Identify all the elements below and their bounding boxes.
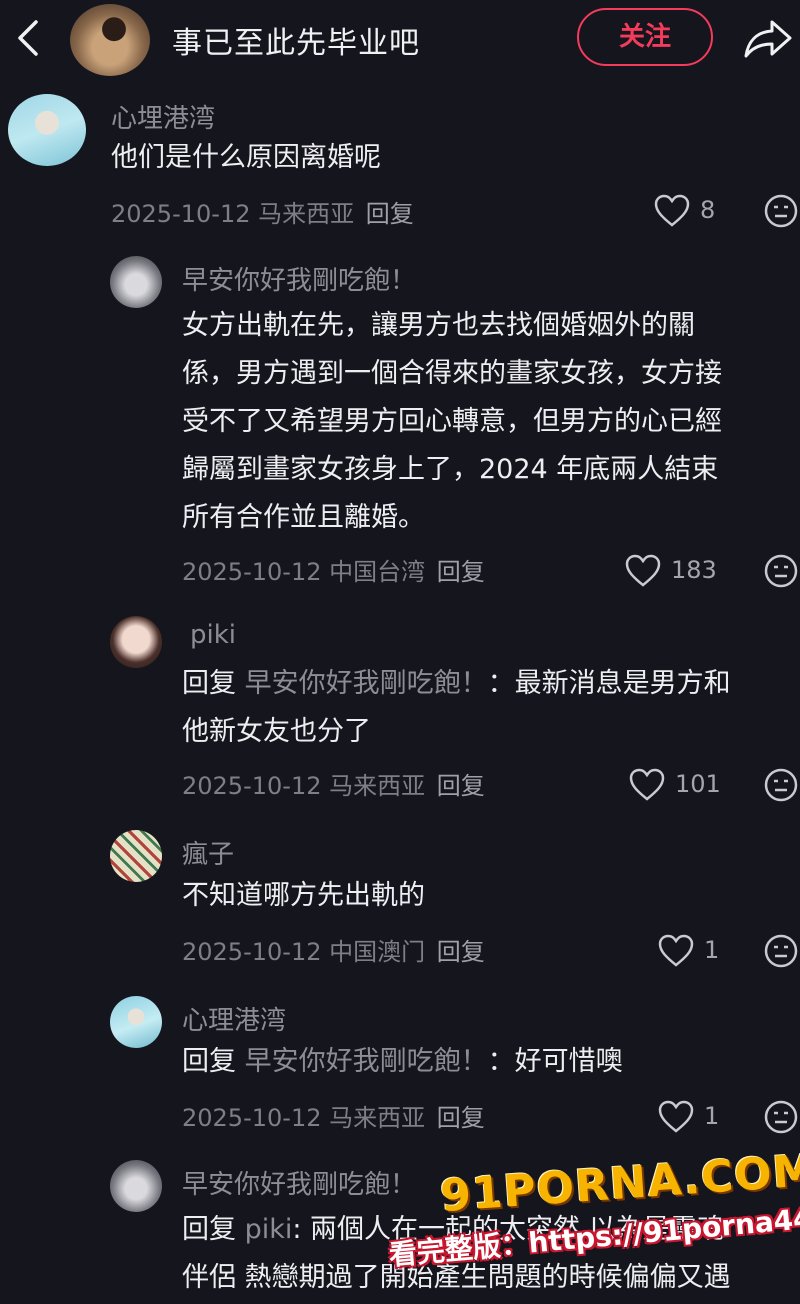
back-button[interactable] xyxy=(8,14,48,62)
chevron-left-icon xyxy=(18,20,38,56)
comment-date: 2025-10-12 xyxy=(182,558,322,586)
emoji-reaction-icon[interactable] xyxy=(764,934,798,968)
comment-item: 心理港湾 回复 早安你好我剛吃飽！：好可惜噢 2025-10-12 马来西亚 回… xyxy=(0,992,800,1142)
comment-location: 中国澳门 xyxy=(329,938,426,966)
reply-prefix: 回复 xyxy=(182,1214,236,1245)
avatar[interactable] xyxy=(110,616,162,668)
heart-icon xyxy=(658,934,694,967)
reply-button[interactable]: 回复 xyxy=(437,938,485,966)
comment-item: 早安你好我剛吃飽！ 女方出軌在先，讓男方也去找個婚姻外的關 係，男方遇到一個合得… xyxy=(0,254,800,594)
like-count: 183 xyxy=(671,556,717,584)
page-title: 事已至此先毕业吧 xyxy=(172,26,420,61)
comment-meta: 2025-10-12 中国澳门 回复 xyxy=(182,932,485,967)
comment-author[interactable]: 早安你好我剛吃飽！ xyxy=(182,260,416,297)
comment-date: 2025-10-12 xyxy=(182,1104,322,1132)
comment-author[interactable]: 瘋子 xyxy=(182,834,234,871)
comment-text: 不知道哪方先出軌的 xyxy=(182,880,425,911)
comment-text-line: 回复 早安你好我剛吃飽！：好可惜噢 xyxy=(182,1038,623,1086)
top-bar: 事已至此先毕业吧 关注 xyxy=(0,0,800,78)
like-count: 1 xyxy=(704,1102,720,1130)
comment-date: 2025-10-12 xyxy=(182,938,322,966)
like-count: 8 xyxy=(700,196,716,224)
reply-prefix: 回复 xyxy=(182,668,236,699)
reply-target[interactable]: 早安你好我剛吃飽！ xyxy=(245,1046,488,1077)
avatar[interactable] xyxy=(8,94,86,166)
reply-button[interactable]: 回复 xyxy=(366,200,414,228)
comment-location: 马来西亚 xyxy=(329,1104,426,1132)
comment-date: 2025-10-12 xyxy=(111,200,251,228)
follow-button[interactable]: 关注 xyxy=(577,8,713,66)
emoji-reaction-icon[interactable] xyxy=(764,768,798,802)
comment-author[interactable]: 早安你好我剛吃飽！ xyxy=(182,1164,416,1201)
reply-prefix: 回复 xyxy=(182,1046,236,1077)
reply-target[interactable]: 早安你好我剛吃飽！ xyxy=(245,668,488,699)
avatar[interactable] xyxy=(110,256,162,308)
author-avatar[interactable] xyxy=(70,4,150,76)
comment-meta: 2025-10-12 马来西亚 回复 xyxy=(182,766,485,801)
emoji-reaction-icon[interactable] xyxy=(764,554,798,588)
comment-location: 马来西亚 xyxy=(258,200,355,228)
reply-button[interactable]: 回复 xyxy=(437,1104,485,1132)
comment-text-line: 受不了又希望男方回心轉意，但男方的心已經 xyxy=(182,406,722,437)
comment-item: 心埋港湾 他们是什么原因离婚呢 2025-10-12 马来西亚 回复 8 xyxy=(0,94,800,244)
comment-text-line: 女方出軌在先，讓男方也去找個婚姻外的關 xyxy=(182,310,695,341)
heart-icon xyxy=(654,194,690,227)
emoji-reaction-icon[interactable] xyxy=(764,1100,798,1134)
reply-button[interactable]: 回复 xyxy=(437,558,485,586)
comment-text-line: 歸屬到畫家女孩身上了，2024 年底兩人結束 xyxy=(182,454,719,485)
comment-author[interactable]: 心理港湾 xyxy=(182,1000,286,1037)
comment-meta: 2025-10-12 马来西亚 回复 xyxy=(111,194,414,229)
comment-meta: 2025-10-12 马来西亚 回复 xyxy=(182,1098,485,1133)
comment-text-line: 所有合作並且離婚。 xyxy=(182,502,425,533)
like-button[interactable]: 183 xyxy=(625,552,775,592)
share-icon xyxy=(744,20,792,58)
heart-icon xyxy=(625,554,661,587)
like-button[interactable]: 101 xyxy=(629,766,779,806)
comment-item: piki 回复 早安你好我剛吃飽！：最新消息是男方和 他新女友也分了 2025-… xyxy=(0,612,800,808)
comment-author[interactable]: 心埋港湾 xyxy=(111,98,215,135)
heart-icon xyxy=(629,768,665,801)
comment-text-line: 他新女友也分了 xyxy=(182,716,371,747)
like-count: 1 xyxy=(704,936,720,964)
heart-icon xyxy=(658,1100,694,1133)
comment-text-line: 回复 早安你好我剛吃飽！：最新消息是男方和 xyxy=(182,660,731,708)
comment-date: 2025-10-12 xyxy=(182,772,322,800)
comment-author[interactable]: piki xyxy=(190,620,236,650)
comment-text-line: 係，男方遇到一個合得來的畫家女孩，女方接 xyxy=(182,358,722,389)
emoji-reaction-icon[interactable] xyxy=(764,194,798,228)
comment-meta: 2025-10-12 中国台湾 回复 xyxy=(182,552,485,587)
share-button[interactable] xyxy=(742,14,794,62)
avatar[interactable] xyxy=(110,996,162,1048)
comment-text: 他们是什么原因离婚呢 xyxy=(111,142,381,173)
avatar[interactable] xyxy=(110,1160,162,1212)
avatar[interactable] xyxy=(110,830,162,882)
comment-location: 马来西亚 xyxy=(329,772,426,800)
comment-item: 瘋子 不知道哪方先出軌的 2025-10-12 中国澳门 回复 1 xyxy=(0,826,800,976)
comment-location: 中国台湾 xyxy=(329,558,426,586)
reply-button[interactable]: 回复 xyxy=(437,772,485,800)
reply-target[interactable]: piki xyxy=(245,1214,293,1245)
comment-text: ：好可惜噢 xyxy=(487,1046,623,1077)
comment-text: ：最新消息是男方和 xyxy=(487,668,731,699)
like-count: 101 xyxy=(675,770,721,798)
